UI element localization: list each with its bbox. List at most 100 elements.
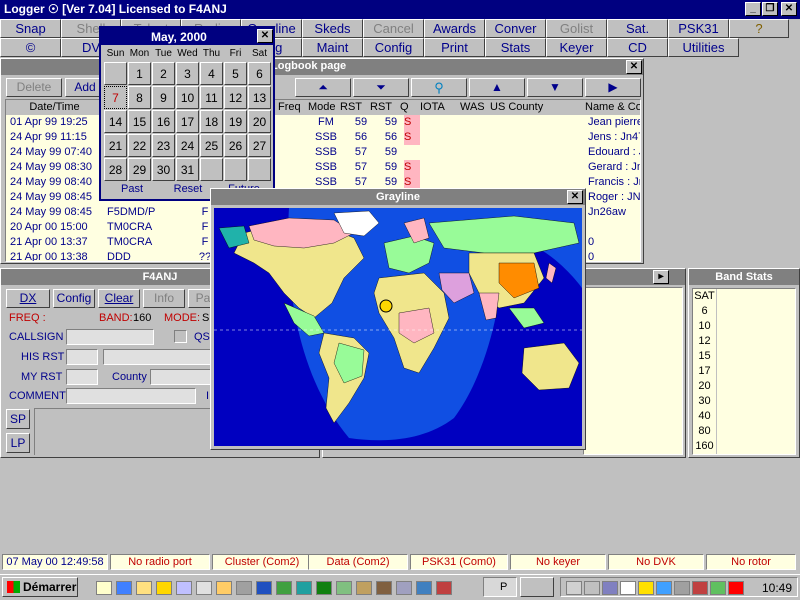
menu2-cd-button[interactable]: CD — [607, 38, 668, 57]
middle-pane-scroll-button[interactable]: ▸ — [653, 270, 669, 284]
menu2-stats-button[interactable]: Stats — [485, 38, 546, 57]
tray-speaker-icon[interactable] — [674, 581, 690, 595]
menu-help-button[interactable]: ? — [729, 19, 789, 38]
calendar-day[interactable]: 18 — [200, 110, 223, 133]
calendar-day[interactable]: 19 — [224, 110, 247, 133]
nav-down2-button[interactable]: ▼ — [527, 78, 583, 97]
menu2-keyer-button[interactable]: Keyer — [546, 38, 607, 57]
nav-up-button[interactable]: ▲ — [469, 78, 525, 97]
close-button[interactable]: ✕ — [781, 2, 797, 16]
quicklaunch-mail-icon[interactable] — [136, 581, 152, 595]
menu-golist-button[interactable]: Golist — [546, 19, 607, 38]
calendar-reset-button[interactable]: Reset — [161, 183, 215, 195]
calendar-day[interactable]: 16 — [152, 110, 175, 133]
calendar-day[interactable]: 11 — [200, 86, 223, 109]
calendar-day[interactable]: 20 — [248, 110, 271, 133]
menu-psk31-button[interactable]: PSK31 — [668, 19, 729, 38]
column-header[interactable]: RST — [370, 100, 398, 115]
quicklaunch-publisher-icon[interactable] — [296, 581, 312, 595]
quicklaunch-folder-icon[interactable] — [156, 581, 172, 595]
menu-sat-button[interactable]: Sat. — [607, 19, 668, 38]
maximize-button[interactable]: ❐ — [762, 2, 778, 16]
lp-button[interactable]: LP — [6, 433, 30, 453]
menu-awards-button[interactable]: Awards — [424, 19, 485, 38]
config-button[interactable]: Config — [53, 289, 95, 308]
task-button-logger[interactable]: P — [483, 577, 517, 597]
comment-input[interactable] — [66, 388, 196, 404]
calendar-day[interactable]: 7 — [104, 86, 127, 109]
tray-display-icon[interactable] — [638, 581, 654, 595]
quicklaunch-picture-icon[interactable] — [336, 581, 352, 595]
tray-norton-icon[interactable] — [620, 581, 636, 595]
county-input[interactable] — [150, 369, 213, 385]
callsign-input[interactable] — [66, 329, 154, 345]
menu2-item0-button[interactable]: © — [0, 38, 61, 57]
calendar-day[interactable]: 4 — [200, 62, 223, 85]
quicklaunch-printer-icon[interactable] — [196, 581, 212, 595]
column-header[interactable]: RST — [340, 100, 368, 115]
menu2-utilities-button[interactable]: Utilities — [668, 38, 739, 57]
column-header[interactable]: IOTA — [420, 100, 458, 115]
column-header[interactable]: Mode — [308, 100, 336, 115]
quicklaunch-computer-icon[interactable] — [176, 581, 192, 595]
menu2-print-button[interactable]: Print — [424, 38, 485, 57]
calendar-day[interactable]: 22 — [128, 134, 151, 157]
qsl-checkbox[interactable] — [174, 330, 187, 343]
menu2-maint-button[interactable]: Maint — [302, 38, 363, 57]
calendar-day[interactable]: 26 — [224, 134, 247, 157]
tray-volume-icon[interactable] — [566, 581, 582, 595]
tray-status-icon[interactable] — [728, 581, 744, 595]
search-button[interactable]: ⚲ — [411, 78, 467, 97]
tray-disk-icon[interactable] — [710, 581, 726, 595]
column-header[interactable]: Name & Co — [585, 100, 640, 115]
quicklaunch-ie-icon[interactable] — [116, 581, 132, 595]
calendar-day[interactable]: 9 — [152, 86, 175, 109]
quicklaunch-game-icon[interactable] — [436, 581, 452, 595]
quicklaunch-sound-icon[interactable] — [396, 581, 412, 595]
quicklaunch-media-icon[interactable] — [376, 581, 392, 595]
calendar-day[interactable]: 29 — [128, 158, 151, 181]
calendar-day[interactable]: 5 — [224, 62, 247, 85]
logbook-close-button[interactable]: ✕ — [626, 60, 642, 74]
calendar-day[interactable]: 12 — [224, 86, 247, 109]
tray-scheduler-icon[interactable] — [692, 581, 708, 595]
calendar-day[interactable]: 15 — [128, 110, 151, 133]
quicklaunch-mixer-icon[interactable] — [356, 581, 372, 595]
minimize-button[interactable]: _ — [745, 2, 761, 16]
grayline-close-button[interactable]: ✕ — [567, 190, 583, 204]
column-header[interactable]: Freq — [278, 100, 306, 115]
nav-first-button[interactable]: ⏶ — [295, 78, 351, 97]
calendar-day[interactable]: 8 — [128, 86, 151, 109]
calendar-day[interactable]: 17 — [176, 110, 199, 133]
quicklaunch-excel-icon[interactable] — [316, 581, 332, 595]
calendar-day[interactable]: 14 — [104, 110, 127, 133]
column-header[interactable]: Date/Time — [8, 100, 101, 115]
task-button-other[interactable] — [520, 577, 554, 597]
tray-antivirus-icon[interactable] — [656, 581, 672, 595]
calendar-day[interactable]: 1 — [128, 62, 151, 85]
calendar-day[interactable]: 31 — [176, 158, 199, 181]
my-rst-input[interactable] — [66, 369, 98, 385]
quicklaunch-word-icon[interactable] — [256, 581, 272, 595]
menu-snap-button[interactable]: Snap — [0, 19, 61, 38]
clear-button[interactable]: Clear — [98, 289, 140, 308]
his-rst-input[interactable] — [66, 349, 98, 365]
calendar-day[interactable]: 30 — [152, 158, 175, 181]
calendar-day[interactable]: 10 — [176, 86, 199, 109]
calendar-close-button[interactable]: ✕ — [257, 29, 273, 43]
quicklaunch-globe-icon[interactable] — [416, 581, 432, 595]
quicklaunch-tools-icon[interactable] — [236, 581, 252, 595]
menu-skeds-button[interactable]: Skeds — [302, 19, 363, 38]
calendar-day[interactable]: 24 — [176, 134, 199, 157]
column-header[interactable]: US County — [490, 100, 583, 115]
dx-button[interactable]: DX — [6, 289, 50, 308]
calendar-day[interactable]: 28 — [104, 158, 127, 181]
calendar-day[interactable]: 13 — [248, 86, 271, 109]
quicklaunch-explorer-icon[interactable] — [216, 581, 232, 595]
calendar-day[interactable]: 3 — [176, 62, 199, 85]
calendar-day[interactable]: 25 — [200, 134, 223, 157]
nav-right-button[interactable]: ▶ — [585, 78, 641, 97]
column-header[interactable]: Q — [400, 100, 418, 115]
quicklaunch-app-icon[interactable] — [276, 581, 292, 595]
delete-button[interactable]: Delete — [6, 78, 62, 97]
